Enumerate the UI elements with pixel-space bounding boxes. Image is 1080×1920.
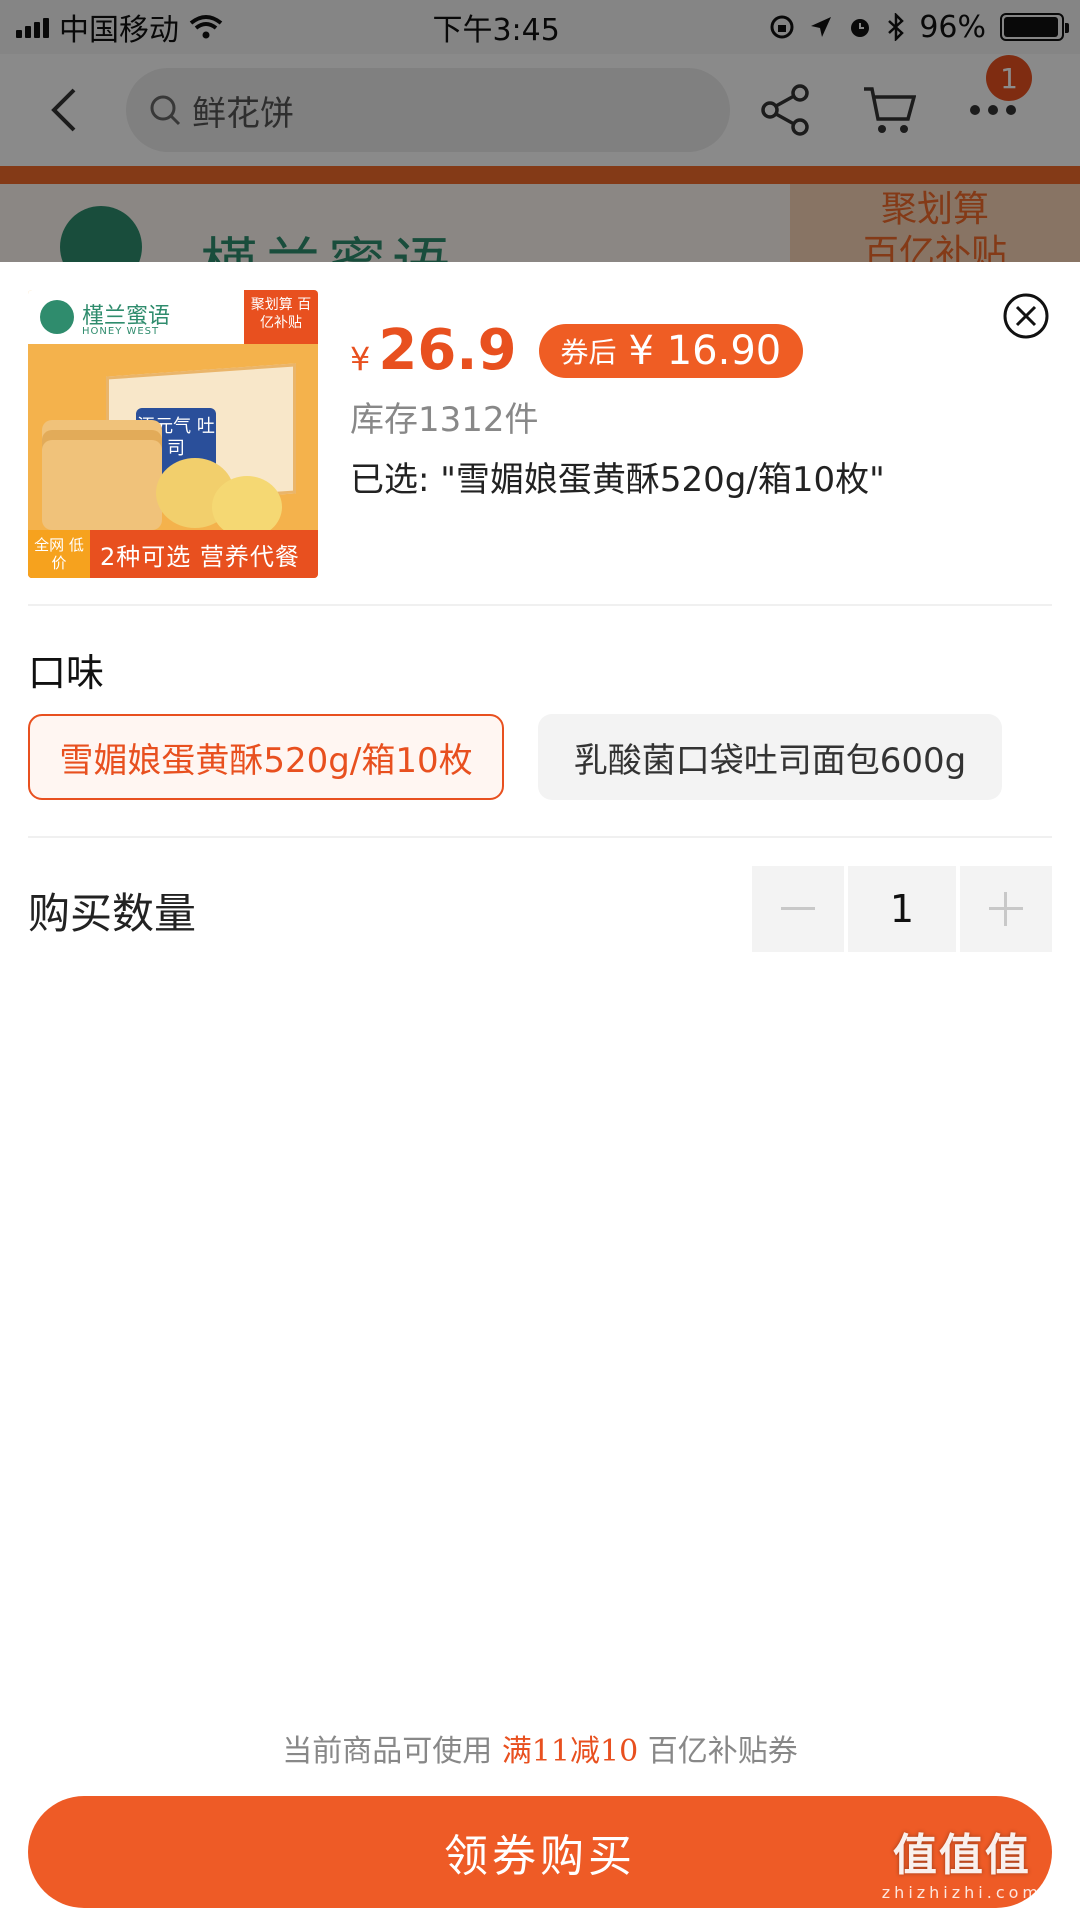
screen: 中国移动 下午3:45 96% 鲜花饼 1 聚划算 百亿补贴 槿兰蜜语 HONE… (0, 0, 1080, 1920)
coupon-label: 券后 (560, 335, 617, 369)
minus-icon (781, 907, 815, 910)
plus-icon (989, 892, 1023, 926)
thumb-brand-en: HONEY WEST (82, 326, 160, 337)
divider (28, 836, 1052, 838)
price-symbol: ¥ (350, 339, 371, 378)
thumb-tag: 聚划算 百亿补贴 (244, 290, 318, 344)
stock-count: 库存1312件 (350, 400, 539, 440)
price-row: ¥ 26.9 券后 ¥ 16.90 (350, 318, 804, 383)
coupon-note-suffix: 百亿补贴券 (647, 1734, 798, 1769)
thumb-bottom-bar: 全网 低价 2种可选 营养代餐 (28, 530, 318, 578)
watermark: 值值值 zhizhizhi.com (882, 1819, 1042, 1902)
dim-overlay[interactable] (0, 0, 1080, 262)
sku-sheet: 槿兰蜜语 HONEY WEST 聚划算 百亿补贴 添元气 吐司 全网 低价 2种… (0, 262, 1080, 1920)
claim-coupon-buy-button[interactable]: 领券购买 值值值 zhizhizhi.com (28, 1796, 1052, 1908)
quantity-value[interactable]: 1 (848, 866, 956, 952)
divider (28, 604, 1052, 606)
flavor-option-label: 乳酸菌口袋吐司面包600g (573, 740, 967, 781)
product-thumbnail[interactable]: 槿兰蜜语 HONEY WEST 聚划算 百亿补贴 添元气 吐司 全网 低价 2种… (28, 290, 318, 578)
thumb-bottom-text: 2种可选 营养代餐 (100, 542, 300, 571)
thumb-bread-image (42, 440, 162, 530)
background-page: 中国移动 下午3:45 96% 鲜花饼 1 聚划算 百亿补贴 (0, 0, 1080, 262)
thumb-logo-icon (40, 300, 74, 334)
buy-button-label: 领券购买 (444, 1831, 636, 1882)
increase-button[interactable] (960, 866, 1052, 952)
coupon-price-badge: 券后 ¥ 16.90 (538, 323, 804, 378)
flavor-option[interactable]: 乳酸菌口袋吐司面包600g (538, 714, 1002, 800)
selected-variant: 已选: "雪媚娘蛋黄酥520g/箱10枚" (350, 460, 885, 500)
flavor-title: 口味 (28, 651, 105, 695)
coupon-note: 当前商品可使用 满11减10 百亿补贴券 (0, 1726, 1080, 1770)
close-icon[interactable] (1002, 292, 1050, 340)
price: 26.9 (378, 318, 517, 383)
thumb-badge: 全网 低价 (28, 530, 90, 578)
flavor-option-label: 雪媚娘蛋黄酥520g/箱10枚 (59, 740, 473, 781)
flavor-option-selected[interactable]: 雪媚娘蛋黄酥520g/箱10枚 (28, 714, 504, 800)
thumb-pastry-image (212, 476, 282, 538)
watermark-sub: zhizhizhi.com (881, 1883, 1042, 1902)
decrease-button[interactable] (752, 866, 844, 952)
quantity-stepper: 1 (752, 866, 1052, 952)
watermark-main: 值值值 (892, 1830, 1031, 1881)
coupon-price: ¥ 16.90 (628, 327, 782, 374)
quantity-label: 购买数量 (28, 889, 197, 938)
coupon-note-highlight: 满11减10 (501, 1734, 639, 1769)
coupon-note-prefix: 当前商品可使用 (282, 1734, 493, 1769)
